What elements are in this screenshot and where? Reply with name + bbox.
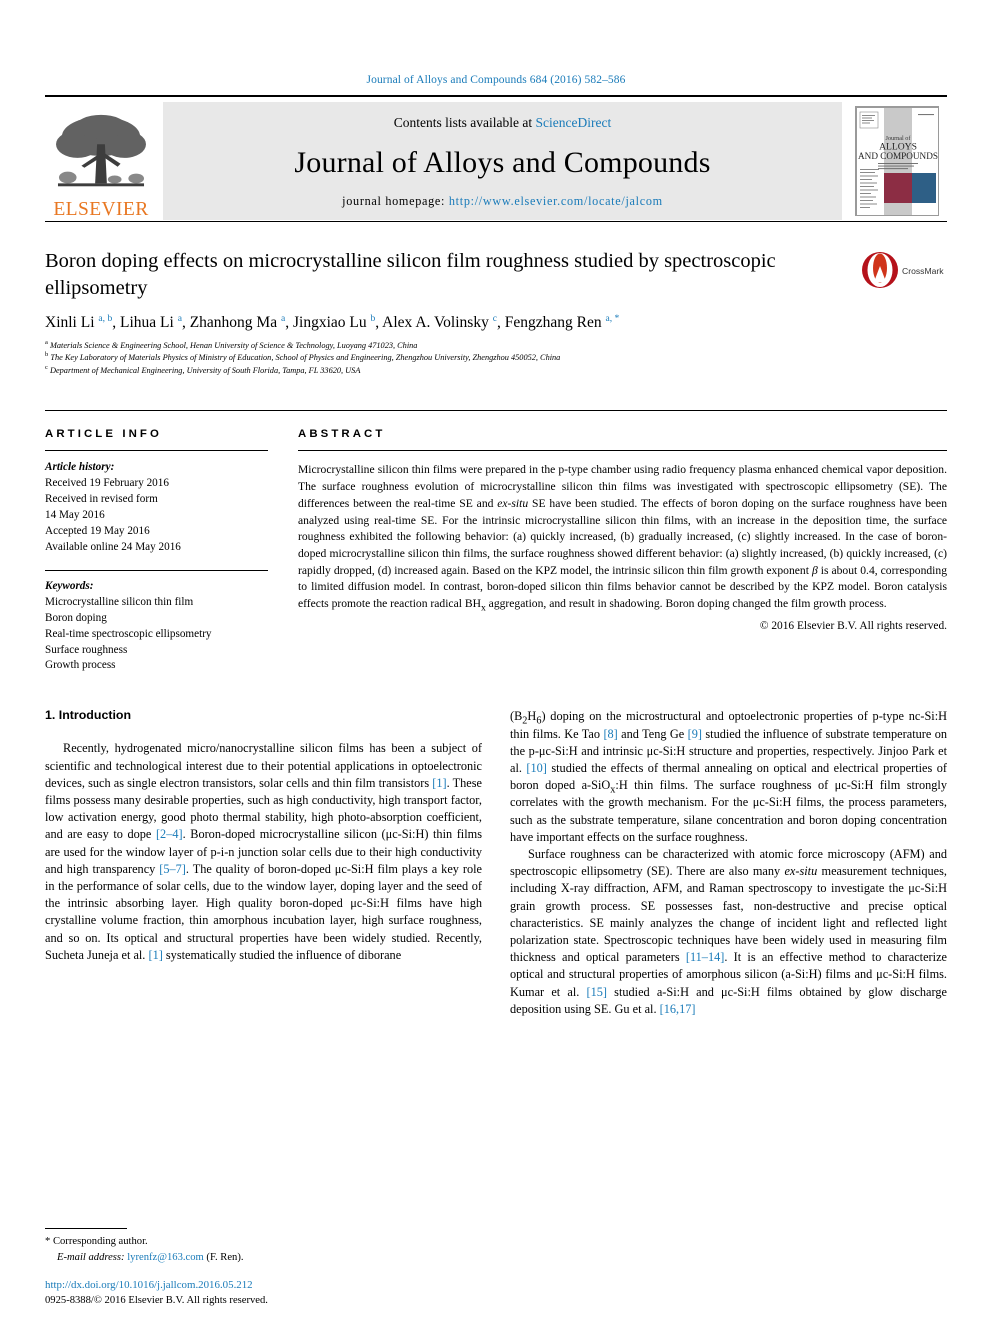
affiliation-c-text: Department of Mechanical Engineering, Un… bbox=[49, 365, 361, 375]
affiliation-mark-c: c bbox=[45, 364, 48, 372]
article-info-heading: ARTICLE INFO bbox=[45, 428, 162, 441]
citation-ref[interactable]: [1] bbox=[432, 776, 446, 790]
article-history-label: Article history: bbox=[45, 461, 115, 474]
citation-ref[interactable]: [2–4] bbox=[156, 827, 183, 841]
elsevier-wordmark: ELSEVIER bbox=[53, 198, 149, 220]
title-area: Boron doping effects on microcrystalline… bbox=[45, 222, 947, 303]
journal-masthead: ELSEVIER Contents lists available at Sci… bbox=[45, 95, 947, 221]
homepage-label: journal homepage: bbox=[342, 194, 449, 208]
email-link[interactable]: lyrenfz@163.com bbox=[127, 1252, 204, 1263]
crossmark-icon: CrossMark bbox=[862, 252, 944, 288]
citation-ref[interactable]: [5–7] bbox=[159, 862, 186, 876]
article-info-column: ARTICLE INFO Article history: Received 1… bbox=[45, 428, 298, 674]
sciencedirect-link[interactable]: ScienceDirect bbox=[536, 115, 612, 130]
body-columns: 1. Introduction Recently, hydrogenated m… bbox=[45, 708, 947, 1018]
intro-paragraph-right-2: Surface roughness can be characterized w… bbox=[510, 846, 947, 1018]
body-left-column: 1. Introduction Recently, hydrogenated m… bbox=[45, 708, 482, 1018]
intro-r-d: and Teng Ge bbox=[617, 726, 688, 741]
footnote-rule bbox=[45, 1228, 127, 1230]
journal-title: Journal of Alloys and Compounds bbox=[294, 145, 711, 179]
journal-homepage-line: journal homepage: http://www.elsevier.co… bbox=[342, 194, 663, 209]
history-item: Received in revised form bbox=[45, 493, 158, 506]
intro-r-b: H bbox=[527, 709, 537, 724]
paper-page: Journal of Alloys and Compounds 684 (201… bbox=[0, 0, 992, 1323]
keyword-item: Growth process bbox=[45, 659, 116, 672]
email-label: E-mail address: bbox=[57, 1251, 125, 1263]
affiliation-mark-b: b bbox=[45, 351, 49, 359]
keywords-rule bbox=[45, 569, 268, 571]
homepage-url-link[interactable]: http://www.elsevier.com/locate/jalcom bbox=[449, 194, 663, 208]
history-item: Available online 24 May 2016 bbox=[45, 541, 181, 553]
affiliation-list: a Materials Science & Engineering School… bbox=[45, 338, 947, 378]
abstract-copyright: © 2016 Elsevier B.V. All rights reserved… bbox=[759, 619, 947, 632]
intro-l-d: . The quality of boron-doped μc-Si:H fil… bbox=[45, 861, 482, 962]
article-info-rule bbox=[45, 450, 268, 452]
keyword-item: Real-time spectroscopic ellipsometry bbox=[45, 627, 212, 640]
history-item: 14 May 2016 bbox=[45, 509, 105, 522]
keywords-label: Keywords: bbox=[45, 579, 94, 592]
intro-r-a: (B bbox=[510, 709, 523, 724]
history-item: Received 19 February 2016 bbox=[45, 477, 169, 490]
email-line: E-mail address: lyrenfz@163.com (F. Ren)… bbox=[45, 1250, 465, 1265]
doi-link[interactable]: http://dx.doi.org/10.1016/j.jallcom.2016… bbox=[45, 1277, 268, 1293]
citation-ref[interactable]: [1] bbox=[148, 948, 162, 962]
intro-paragraph-left: Recently, hydrogenated micro/nanocrystal… bbox=[45, 740, 482, 964]
keyword-item: Boron doping bbox=[45, 611, 107, 624]
citation-ref[interactable]: [8] bbox=[603, 727, 617, 741]
keyword-item: Surface roughness bbox=[45, 643, 128, 656]
citation-ref[interactable]: [9] bbox=[688, 727, 702, 741]
elsevier-logo: ELSEVIER bbox=[45, 101, 157, 221]
intro-l-e: systematically studied the influence of … bbox=[162, 947, 402, 962]
contents-lists-line: Contents lists available at ScienceDirec… bbox=[394, 115, 611, 131]
abstract-heading: ABSTRACT bbox=[298, 428, 386, 441]
citation-ref[interactable]: [16,17] bbox=[660, 1002, 696, 1016]
svg-text:AND COMPOUNDS: AND COMPOUNDS bbox=[858, 151, 938, 161]
crossmark-badge[interactable]: CrossMark bbox=[849, 248, 947, 290]
abstract-rule bbox=[298, 450, 947, 452]
citation-ref[interactable]: [10] bbox=[526, 761, 547, 775]
info-abstract-block: ARTICLE INFO Article history: Received 1… bbox=[45, 410, 947, 674]
abstract-text: Microcrystalline silicon thin films were… bbox=[298, 462, 947, 612]
abstract-italic-exsitu: ex-situ bbox=[497, 496, 529, 510]
page-title: Boron doping effects on microcrystalline… bbox=[45, 250, 776, 300]
affiliation-b: b The Key Laboratory of Materials Physic… bbox=[45, 352, 947, 365]
article-history: Article history: Received 19 February 20… bbox=[45, 460, 268, 555]
intro-paragraph-right-1: (B2H6) doping on the microstructural and… bbox=[510, 708, 947, 846]
affiliation-a: a Materials Science & Engineering School… bbox=[45, 338, 947, 353]
masthead-center: Contents lists available at ScienceDirec… bbox=[163, 102, 842, 220]
corresponding-author-footnote: * Corresponding author. E-mail address: … bbox=[45, 1228, 465, 1265]
cover-svg: Journal of ALLOYS AND COMPOUNDS bbox=[856, 107, 938, 215]
abstract-part4: aggregation, and result in shadowing. Bo… bbox=[485, 596, 887, 610]
body-right-column: (B2H6) doping on the microstructural and… bbox=[510, 708, 947, 1018]
issn-copyright: 0925-8388/© 2016 Elsevier B.V. All right… bbox=[45, 1295, 268, 1307]
doi-block: http://dx.doi.org/10.1016/j.jallcom.2016… bbox=[45, 1277, 268, 1309]
affiliation-mark-a: a bbox=[45, 338, 48, 346]
intro-l-a: Recently, hydrogenated micro/nanocrystal… bbox=[45, 741, 482, 790]
affiliation-b-text: The Key Laboratory of Materials Physics … bbox=[50, 353, 561, 363]
running-head: Journal of Alloys and Compounds 684 (201… bbox=[366, 74, 626, 86]
elsevier-tree-icon bbox=[56, 114, 146, 186]
author-list: Xinli Li a, b, Lihua Li a, Zhanhong Ma a… bbox=[45, 312, 620, 331]
citation-ref[interactable]: [11–14] bbox=[686, 950, 724, 964]
history-item: Accepted 19 May 2016 bbox=[45, 525, 150, 538]
cover-artwork: Journal of ALLOYS AND COMPOUNDS bbox=[855, 106, 939, 216]
contents-lists-text: Contents lists available at bbox=[393, 115, 536, 130]
intro-italic-exsitu: ex-situ bbox=[784, 864, 818, 879]
affiliation-c: c Department of Mechanical Engineering, … bbox=[45, 364, 947, 378]
abstract-column: ABSTRACT Microcrystalline silicon thin f… bbox=[298, 428, 947, 674]
introduction-heading: 1. Introduction bbox=[45, 708, 132, 723]
corresponding-author-line: * Corresponding author. bbox=[45, 1236, 148, 1248]
keyword-item: Microcrystalline silicon thin film bbox=[45, 595, 194, 608]
affiliation-a-text: Materials Science & Engineering School, … bbox=[49, 340, 418, 350]
citation-ref[interactable]: [15] bbox=[586, 985, 607, 999]
journal-cover-thumbnail: Journal of ALLOYS AND COMPOUNDS bbox=[847, 101, 947, 221]
email-owner: (F. Ren). bbox=[206, 1251, 244, 1263]
keywords-list: Keywords: Microcrystalline silicon thin … bbox=[45, 579, 268, 674]
svg-text:CrossMark: CrossMark bbox=[902, 266, 944, 276]
